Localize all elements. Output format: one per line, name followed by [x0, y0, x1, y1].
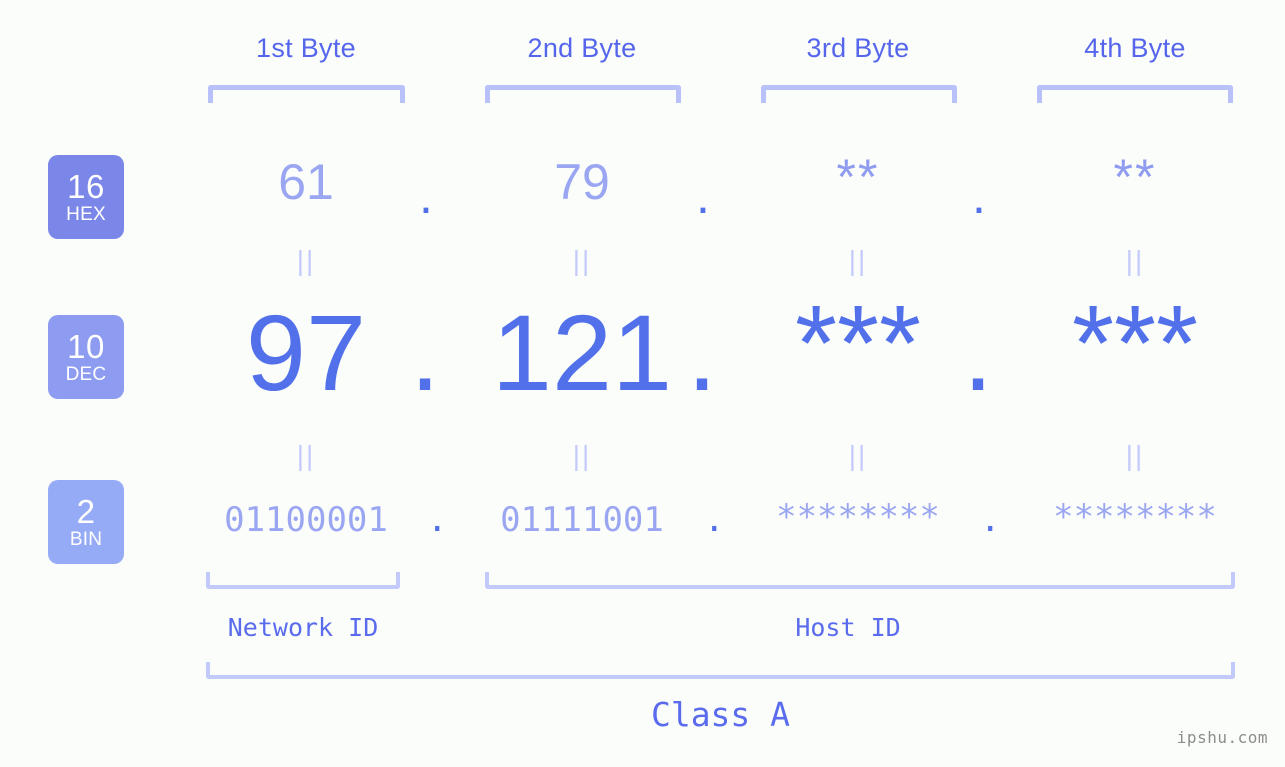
dec-byte-4: *** — [1071, 282, 1199, 403]
byte-bracket-top-3 — [761, 85, 957, 103]
bin-byte-2: 01111001 — [500, 500, 664, 540]
radix-badge-bin-name: BIN — [69, 528, 103, 550]
hex-separator-1: . — [419, 168, 433, 224]
network-id-bracket — [206, 572, 400, 589]
bin-byte-4: ******** — [1053, 497, 1217, 537]
byte-header-4: 4th Byte — [1084, 33, 1186, 63]
network-id-label: Network ID — [227, 613, 379, 642]
radix-badge-bin: 2 BIN — [48, 480, 124, 564]
radix-badge-hex-number: 16 — [67, 167, 105, 205]
radix-badge-bin-number: 2 — [76, 492, 96, 530]
bin-byte-1: 01100001 — [224, 500, 388, 540]
bin-separator-1: . — [427, 500, 448, 540]
radix-badge-hex: 16 HEX — [48, 155, 124, 239]
byte-header-3: 3rd Byte — [806, 33, 910, 63]
class-bracket — [206, 662, 1235, 679]
radix-badge-dec-number: 10 — [67, 327, 105, 365]
dec-separator-1: . — [410, 292, 441, 413]
dec-byte-2: 121 — [491, 292, 673, 413]
ip-address-breakdown-diagram: 1st Byte 2nd Byte 3rd Byte 4th Byte 16 H… — [0, 0, 1285, 767]
equals-marker-hex-dec-4: || — [1125, 245, 1145, 276]
dec-separator-2: . — [687, 292, 718, 413]
hex-byte-2: 79 — [554, 154, 610, 210]
radix-badge-hex-name: HEX — [66, 203, 106, 225]
byte-bracket-top-4 — [1037, 85, 1233, 103]
byte-header-2: 2nd Byte — [527, 33, 637, 63]
equals-marker-dec-bin-3: || — [848, 440, 868, 471]
hex-separator-3: . — [972, 168, 986, 224]
equals-marker-dec-bin-1: || — [296, 440, 316, 471]
byte-bracket-top-2 — [485, 85, 681, 103]
hex-byte-4: ** — [1113, 149, 1157, 205]
hex-byte-1: 61 — [278, 154, 334, 210]
host-id-label: Host ID — [795, 613, 901, 642]
bin-separator-2: . — [704, 500, 725, 540]
equals-marker-hex-dec-2: || — [572, 245, 592, 276]
hex-separator-2: . — [696, 168, 710, 224]
bin-byte-3: ******** — [776, 497, 940, 537]
dec-byte-1: 97 — [245, 292, 367, 413]
bin-separator-3: . — [980, 500, 1001, 540]
hex-byte-3: ** — [836, 149, 880, 205]
radix-badge-dec: 10 DEC — [48, 315, 124, 399]
class-label: Class A — [650, 695, 791, 734]
dec-separator-3: . — [963, 292, 994, 413]
byte-bracket-top-1 — [208, 85, 405, 103]
host-id-bracket — [485, 572, 1235, 589]
dec-byte-3: *** — [794, 282, 922, 403]
byte-header-1: 1st Byte — [256, 33, 356, 63]
equals-marker-dec-bin-2: || — [572, 440, 592, 471]
radix-badge-dec-name: DEC — [65, 363, 107, 385]
equals-marker-hex-dec-3: || — [848, 245, 868, 276]
site-watermark: ipshu.com — [1176, 728, 1268, 747]
equals-marker-hex-dec-1: || — [296, 245, 316, 276]
equals-marker-dec-bin-4: || — [1125, 440, 1145, 471]
